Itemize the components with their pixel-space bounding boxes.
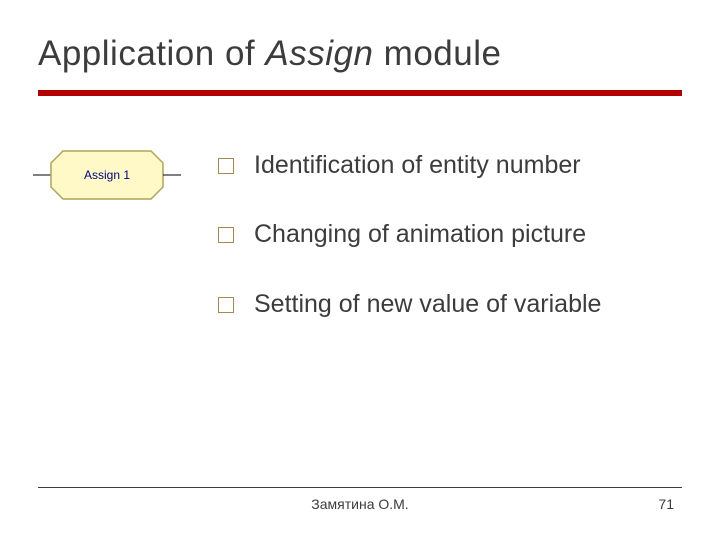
- square-bullet-icon: [218, 158, 234, 174]
- bullet-list: Identification of entity number Changing…: [218, 150, 678, 358]
- square-bullet-icon: [218, 227, 234, 243]
- bullet-text: Changing of animation picture: [254, 219, 674, 250]
- title-suffix: module: [373, 34, 501, 73]
- slide-title: Application of Assign module: [38, 34, 501, 74]
- assign-module-label: Assign 1: [33, 145, 181, 205]
- footer-author: Замятина О.М.: [0, 496, 720, 512]
- list-item: Changing of animation picture: [218, 219, 678, 250]
- title-underline: [38, 90, 682, 96]
- list-item: Identification of entity number: [218, 150, 678, 181]
- list-item: Setting of new value of variable: [218, 289, 678, 320]
- footer-divider: [38, 487, 682, 488]
- bullet-text: Setting of new value of variable: [254, 289, 674, 320]
- assign-module-icon: Assign 1: [33, 145, 181, 205]
- bullet-text: Identification of entity number: [254, 150, 674, 181]
- square-bullet-icon: [218, 297, 234, 313]
- title-italic: Assign: [265, 34, 373, 73]
- title-prefix: Application of: [38, 34, 265, 73]
- page-number: 71: [658, 496, 674, 512]
- slide: Application of Assign module Assign 1 Id…: [0, 0, 720, 540]
